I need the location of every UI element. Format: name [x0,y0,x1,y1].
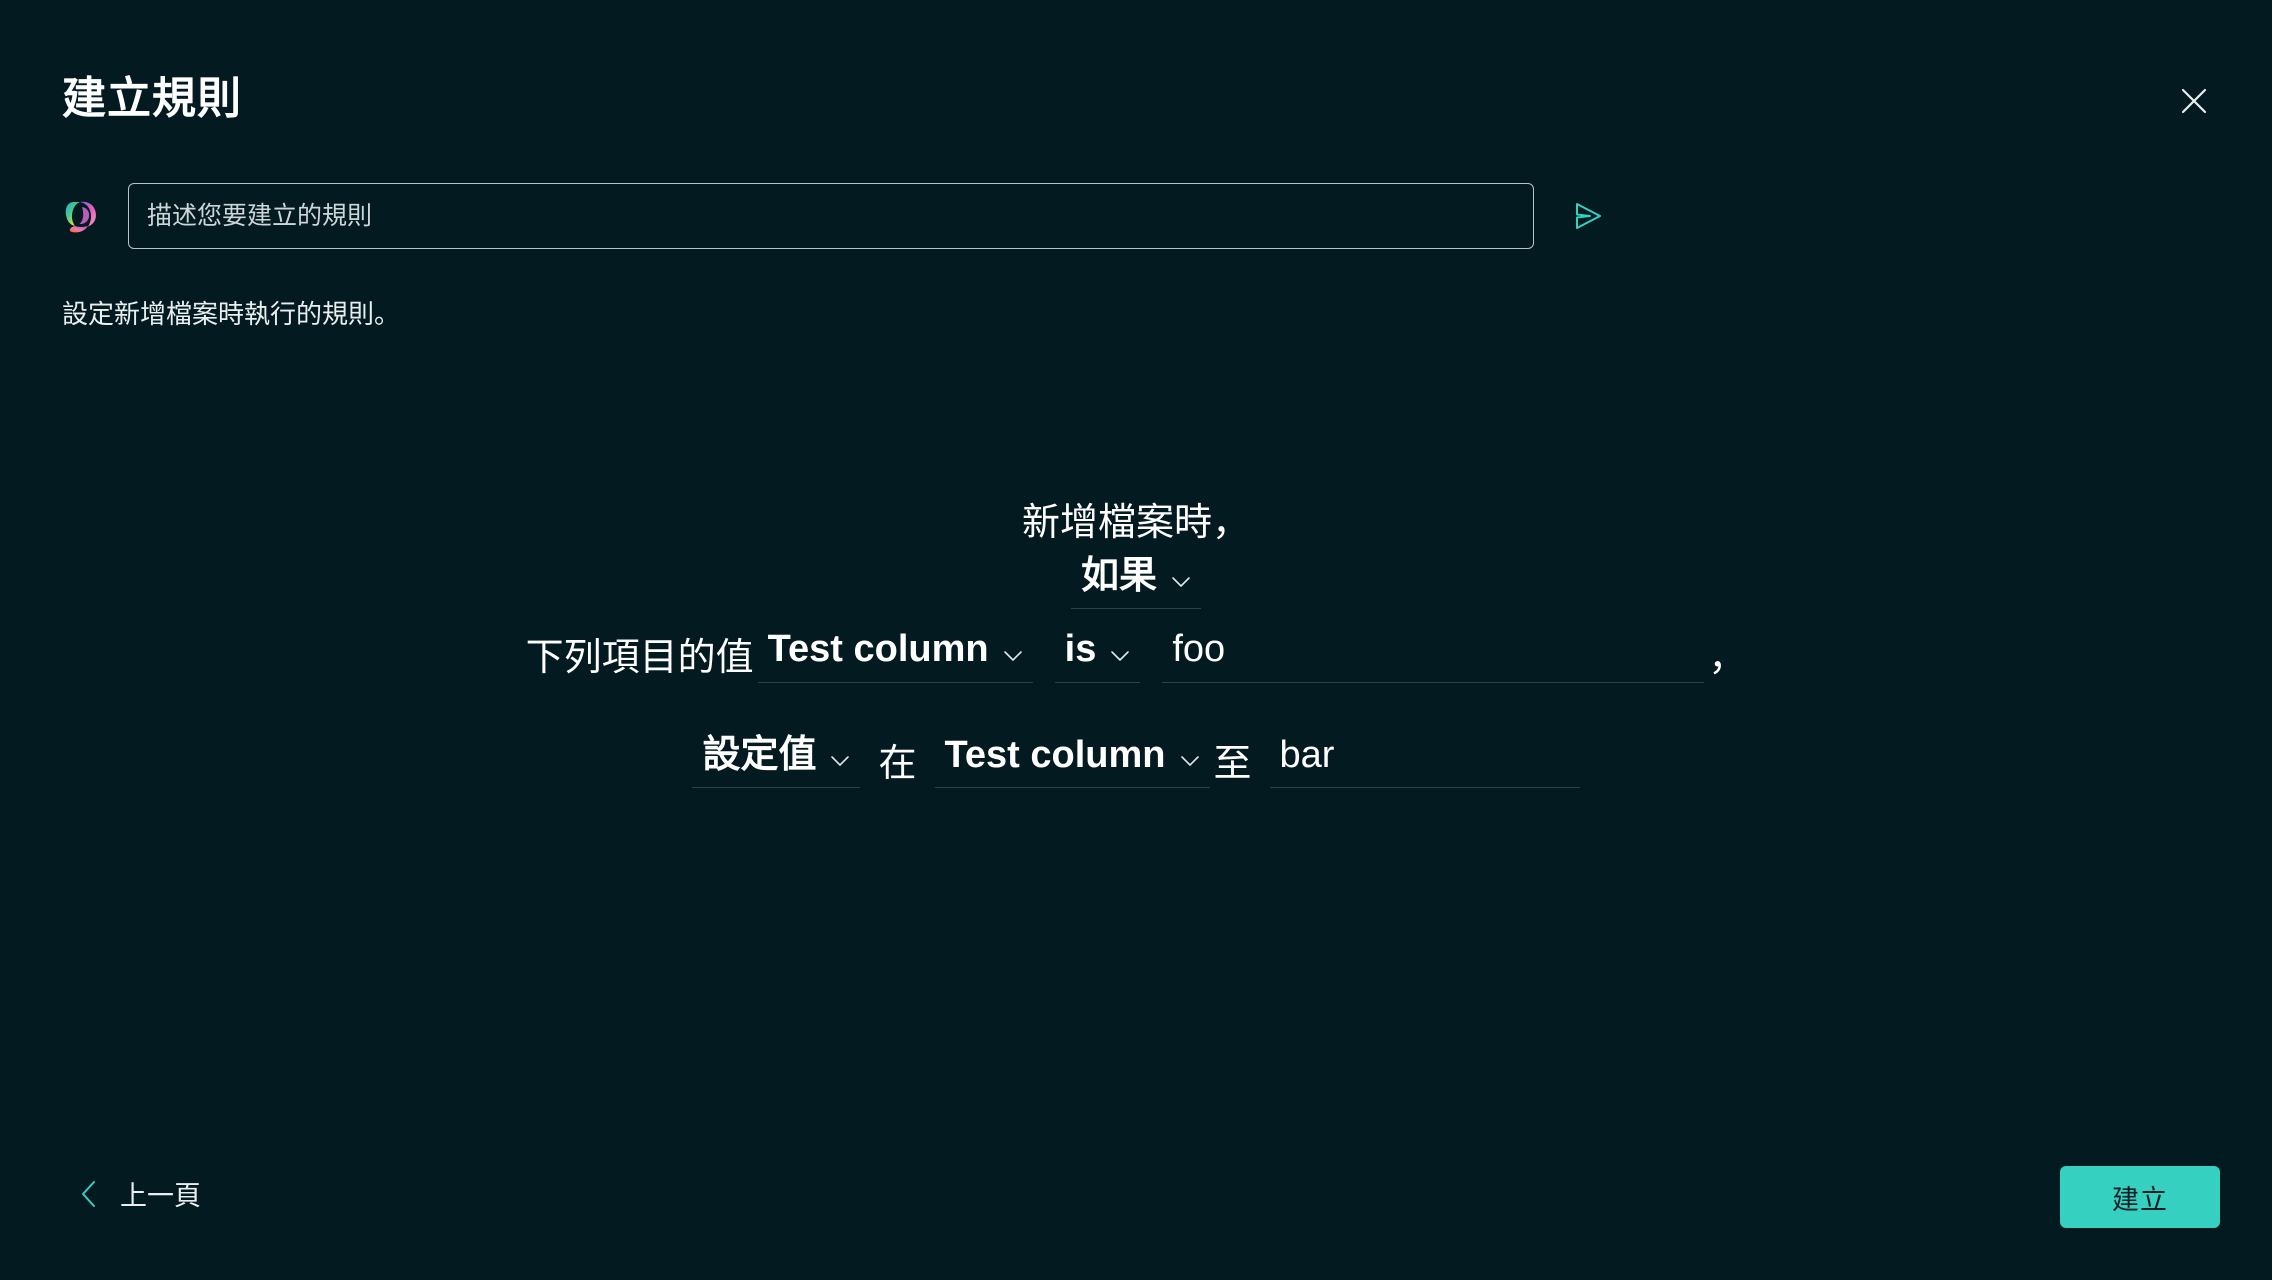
chevron-down-icon [1180,755,1200,767]
back-button-label: 上一頁 [120,1181,201,1211]
action-to-text: 至 [1213,742,1252,785]
close-button[interactable] [2172,79,2216,123]
create-button[interactable]: 建立 [2060,1166,2220,1228]
action-in-text: 在 [878,742,917,785]
close-icon [2179,86,2209,116]
prompt-input[interactable] [128,183,1534,249]
back-button[interactable]: 上一頁 [80,1174,201,1213]
copilot-icon [62,196,102,236]
condition-prefix-text: 下列項目的值 [525,637,754,680]
condition-operator-label: is [1064,628,1097,671]
condition-suffix-text: ， [1708,637,1747,680]
chevron-down-icon [1110,650,1130,662]
chevron-down-icon [1171,576,1191,588]
rule-if-line: 如果 [0,554,2272,610]
action-type-dropdown[interactable]: 設定值 [692,733,861,789]
dialog-footer: 上一頁 建立 [0,1124,2272,1280]
if-dropdown-label: 如果 [1080,554,1157,597]
chevron-left-icon [80,1179,98,1209]
rule-trigger-text: 新增檔案時， [1021,502,1250,544]
send-icon [1570,198,1606,234]
action-type-label: 設定值 [702,733,817,776]
rule-builder: 新增檔案時， 如果 下列項目的值 Test column is foo ， 設定… [0,500,2272,789]
action-column-dropdown[interactable]: Test column [934,733,1210,789]
page-title: 建立規則 [62,74,242,123]
action-value-input[interactable] [1269,732,1580,789]
copilot-prompt-row [62,170,1622,262]
rule-condition-line: 下列項目的值 Test column is ， [0,627,2272,683]
condition-operator-dropdown[interactable]: is [1054,627,1141,683]
condition-column-label: Test column [767,628,989,671]
condition-value-input[interactable] [1162,627,1705,683]
chevron-down-icon [830,755,850,767]
send-button[interactable] [1562,190,1614,242]
if-dropdown[interactable]: 如果 [1070,554,1201,610]
rule-trigger-line: 新增檔案時， [0,500,2272,548]
dialog-description: 設定新增檔案時執行的規則。 [62,299,401,329]
chevron-down-icon [1003,650,1023,662]
action-column-label: Test column [944,733,1166,776]
dialog-header: 建立規則 [0,0,2272,150]
condition-column-dropdown[interactable]: Test column [757,627,1033,683]
rule-action-line: 設定值 在 Test column 至 [0,732,2272,789]
